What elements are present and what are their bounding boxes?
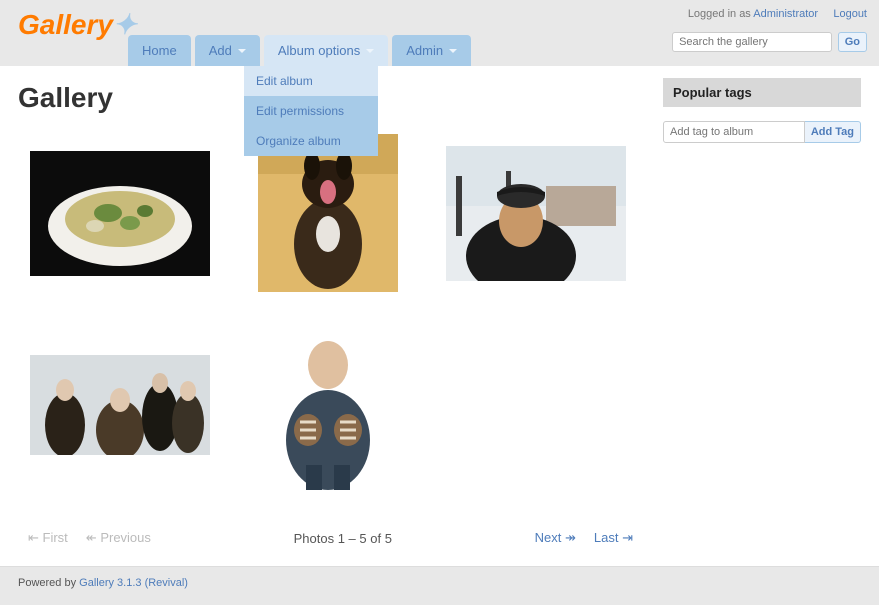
album-options-dropdown: Edit album Edit permissions Organize alb… xyxy=(244,66,378,156)
footer-link[interactable]: Gallery 3.1.3 (Revival) xyxy=(79,577,188,589)
content-area: Gallery xyxy=(0,66,879,566)
add-tag-button[interactable]: Add Tag xyxy=(805,121,861,143)
tab-label: Add xyxy=(209,43,232,58)
dropdown-edit-permissions[interactable]: Edit permissions xyxy=(244,96,378,126)
chevron-down-icon xyxy=(366,49,374,53)
logged-in-text: Logged in as xyxy=(688,8,753,20)
tab-admin[interactable]: Admin xyxy=(392,35,471,66)
dropdown-edit-album[interactable]: Edit album xyxy=(244,66,378,96)
tab-label: Album options xyxy=(278,43,360,58)
main-tabs: Home Add Album options Admin xyxy=(128,35,471,66)
thumbnail-item[interactable] xyxy=(446,134,626,292)
thumbnail-item[interactable] xyxy=(30,320,210,490)
search-form: Go xyxy=(672,32,867,52)
pager-next[interactable]: Next ↠ xyxy=(535,530,576,546)
chevron-down-icon xyxy=(449,49,457,53)
tab-home[interactable]: Home xyxy=(128,35,191,66)
thumbnail-item[interactable] xyxy=(30,134,210,292)
tab-label: Admin xyxy=(406,43,443,58)
tab-album-options[interactable]: Album options xyxy=(264,35,388,66)
user-info: Logged in as Administrator Logout xyxy=(688,8,867,20)
dropdown-organize-album[interactable]: Organize album xyxy=(244,126,378,156)
chevron-down-icon xyxy=(238,49,246,53)
thumbnail-grid xyxy=(30,134,643,490)
top-bar: Gallery✦ Logged in as Administrator Logo… xyxy=(0,0,879,66)
sidebar: Popular tags Add Tag xyxy=(663,78,861,546)
logout-link[interactable]: Logout xyxy=(833,8,867,20)
sidebar-title: Popular tags xyxy=(663,78,861,107)
thumbnail-item[interactable] xyxy=(238,134,418,292)
footer: Powered by Gallery 3.1.3 (Revival) xyxy=(0,566,879,599)
user-link[interactable]: Administrator xyxy=(753,8,818,20)
pager-first: ⇤ First xyxy=(28,530,68,546)
pager-previous: ↞ Previous xyxy=(86,530,151,546)
pager: ⇤ First ↞ Previous Photos 1 – 5 of 5 Nex… xyxy=(18,530,643,546)
tag-form: Add Tag xyxy=(663,121,861,143)
logo[interactable]: Gallery✦ xyxy=(18,8,136,41)
footer-text: Powered by xyxy=(18,577,79,589)
tab-add[interactable]: Add xyxy=(195,35,260,66)
thumbnail-item[interactable] xyxy=(238,320,418,490)
search-input[interactable] xyxy=(672,32,832,52)
tag-input[interactable] xyxy=(663,121,805,143)
pager-status: Photos 1 – 5 of 5 xyxy=(294,531,392,546)
search-go-button[interactable]: Go xyxy=(838,32,867,52)
pager-last[interactable]: Last ⇥ xyxy=(594,530,633,546)
tab-label: Home xyxy=(142,43,177,58)
